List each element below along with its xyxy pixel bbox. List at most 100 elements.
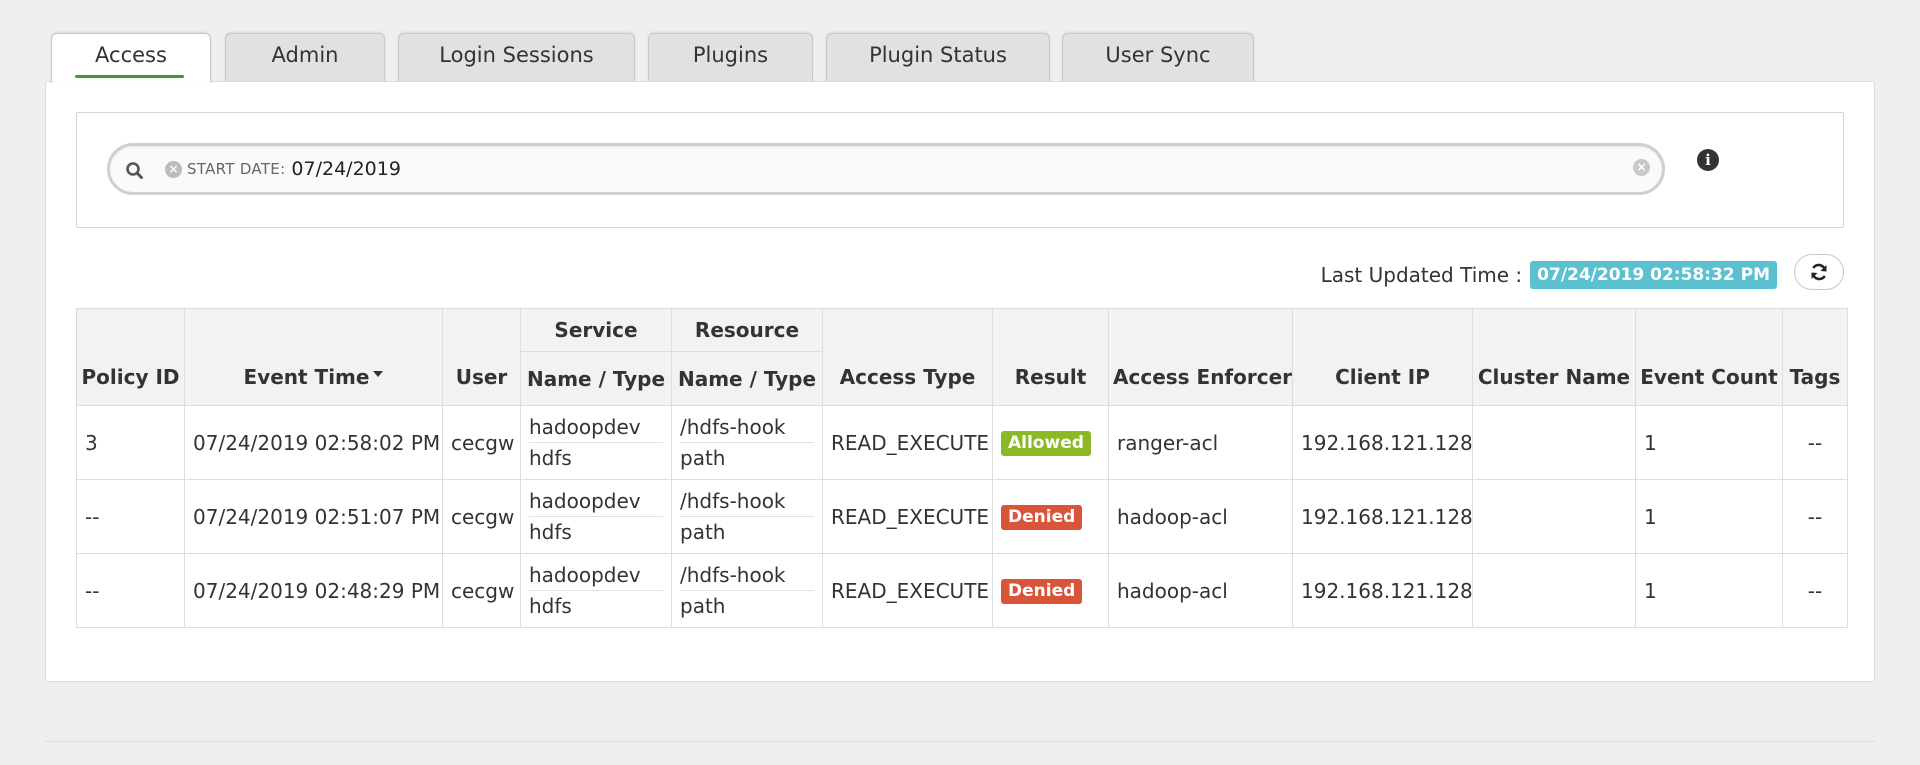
resource-name: /hdfs-hook xyxy=(680,486,814,517)
access-audit-panel: × START DATE: 07/24/2019 × i Last Update… xyxy=(45,81,1875,682)
resource-cell: /hdfs-hook path xyxy=(671,479,823,554)
tab-label: Plugins xyxy=(692,43,769,67)
header-event-time[interactable]: Event Time xyxy=(184,308,443,406)
event-count: 1 xyxy=(1635,405,1783,480)
policy-id: -- xyxy=(76,479,185,554)
resource-cell: /hdfs-hook path xyxy=(671,553,823,628)
access-enforcer: hadoop-acl xyxy=(1108,479,1293,554)
search-icon xyxy=(126,162,143,179)
result-denied-badge: Denied xyxy=(1001,505,1083,530)
tab-user-sync[interactable]: User Sync xyxy=(1062,33,1254,82)
cluster-name xyxy=(1472,405,1636,480)
header-access-enforcer: Access Enforcer xyxy=(1108,308,1293,406)
tab-label: User Sync xyxy=(1105,43,1211,67)
service-cell: hadoopdev hdfs xyxy=(520,405,672,480)
policy-id-link[interactable]: 3 xyxy=(76,405,185,480)
resource-name: /hdfs-hook xyxy=(680,412,814,443)
tab-label: Plugin Status xyxy=(869,43,1007,67)
header-client-ip: Client IP xyxy=(1292,308,1473,406)
service-name: hadoopdev xyxy=(529,412,663,443)
tab-plugin-status[interactable]: Plugin Status xyxy=(826,33,1050,82)
sort-desc-icon xyxy=(373,370,384,377)
cluster-name xyxy=(1472,479,1636,554)
event-count: 1 xyxy=(1635,553,1783,628)
service-name: hadoopdev xyxy=(529,560,663,591)
result-cell: Allowed xyxy=(992,405,1109,480)
tags: -- xyxy=(1782,405,1848,480)
active-tab-indicator xyxy=(75,75,184,78)
footer-divider xyxy=(45,741,1875,742)
remove-facet-icon[interactable]: × xyxy=(165,160,182,178)
tab-label: Login Sessions xyxy=(439,43,594,67)
last-updated-badge: 07/24/2019 02:58:32 PM xyxy=(1530,261,1777,289)
table-row: 3 07/24/2019 02:58:02 PM cecgw hadoopdev… xyxy=(76,405,1848,480)
service-type: hdfs xyxy=(529,520,572,544)
event-count: 1 xyxy=(1635,479,1783,554)
result-allowed-badge: Allowed xyxy=(1001,431,1091,456)
header-policy-id: Policy ID xyxy=(76,308,185,406)
cluster-name xyxy=(1472,553,1636,628)
facet-label: START DATE: xyxy=(187,160,286,178)
resource-type: path xyxy=(680,520,726,544)
service-name: hadoopdev xyxy=(529,486,663,517)
result-cell: Denied xyxy=(992,553,1109,628)
result-denied-badge: Denied xyxy=(1001,579,1083,604)
header-access-type: Access Type xyxy=(822,308,993,406)
access-audit-table: Policy ID Event Time User Service Resour… xyxy=(76,308,1848,628)
resource-type: path xyxy=(680,594,726,618)
client-ip: 192.168.121.128 xyxy=(1292,479,1473,554)
header-service: Service xyxy=(520,308,672,352)
user: cecgw xyxy=(442,553,521,628)
tab-login-sessions[interactable]: Login Sessions xyxy=(398,33,635,82)
info-icon[interactable]: i xyxy=(1697,149,1719,171)
last-updated-label: Last Updated Time : xyxy=(1320,263,1523,287)
access-type: READ_EXECUTE xyxy=(822,405,993,480)
refresh-button[interactable] xyxy=(1794,254,1844,290)
tab-admin[interactable]: Admin xyxy=(225,33,385,82)
facet-value[interactable]: 07/24/2019 xyxy=(291,158,401,180)
access-enforcer: hadoop-acl xyxy=(1108,553,1293,628)
service-cell: hadoopdev hdfs xyxy=(520,479,672,554)
header-event-count: Event Count xyxy=(1635,308,1783,406)
header-cluster-name: Cluster Name xyxy=(1472,308,1636,406)
table-header-row: Policy ID Event Time User Service Resour… xyxy=(76,308,1848,406)
visual-search-input[interactable]: × START DATE: 07/24/2019 × xyxy=(107,143,1665,195)
client-ip: 192.168.121.128 xyxy=(1292,405,1473,480)
event-time: 07/24/2019 02:51:07 PM xyxy=(184,479,443,554)
service-cell: hadoopdev hdfs xyxy=(520,553,672,628)
search-container: × START DATE: 07/24/2019 × i xyxy=(76,112,1844,228)
resource-type: path xyxy=(680,446,726,470)
access-type: READ_EXECUTE xyxy=(822,553,993,628)
resource-cell: /hdfs-hook path xyxy=(671,405,823,480)
header-event-time-label: Event Time xyxy=(243,365,370,389)
table-row: -- 07/24/2019 02:48:29 PM cecgw hadoopde… xyxy=(76,553,1848,628)
policy-id: -- xyxy=(76,553,185,628)
service-type: hdfs xyxy=(529,594,572,618)
user: cecgw xyxy=(442,405,521,480)
result-cell: Denied xyxy=(992,479,1109,554)
search-facet-start-date[interactable]: × START DATE: 07/24/2019 xyxy=(165,152,401,186)
resource-name: /hdfs-hook xyxy=(680,560,814,591)
tab-plugins[interactable]: Plugins xyxy=(648,33,813,82)
header-user: User xyxy=(442,308,521,406)
event-time: 07/24/2019 02:48:29 PM xyxy=(184,553,443,628)
header-resource: Resource xyxy=(671,308,823,352)
tab-label: Admin xyxy=(271,43,339,67)
table-row: -- 07/24/2019 02:51:07 PM cecgw hadoopde… xyxy=(76,479,1848,554)
event-time: 07/24/2019 02:58:02 PM xyxy=(184,405,443,480)
access-enforcer: ranger-acl xyxy=(1108,405,1293,480)
user: cecgw xyxy=(442,479,521,554)
clear-search-icon[interactable]: × xyxy=(1633,159,1650,176)
tags: -- xyxy=(1782,479,1848,554)
header-result: Result xyxy=(992,308,1109,406)
tags: -- xyxy=(1782,553,1848,628)
last-updated: Last Updated Time : 07/24/2019 02:58:32 … xyxy=(1321,259,1777,291)
refresh-icon xyxy=(1811,263,1827,281)
tab-access[interactable]: Access xyxy=(51,33,211,83)
header-service-name-type: Name / Type xyxy=(520,351,672,406)
service-type: hdfs xyxy=(529,446,572,470)
access-type: READ_EXECUTE xyxy=(822,479,993,554)
header-tags: Tags xyxy=(1782,308,1848,406)
client-ip: 192.168.121.128 xyxy=(1292,553,1473,628)
header-resource-name-type: Name / Type xyxy=(671,351,823,406)
